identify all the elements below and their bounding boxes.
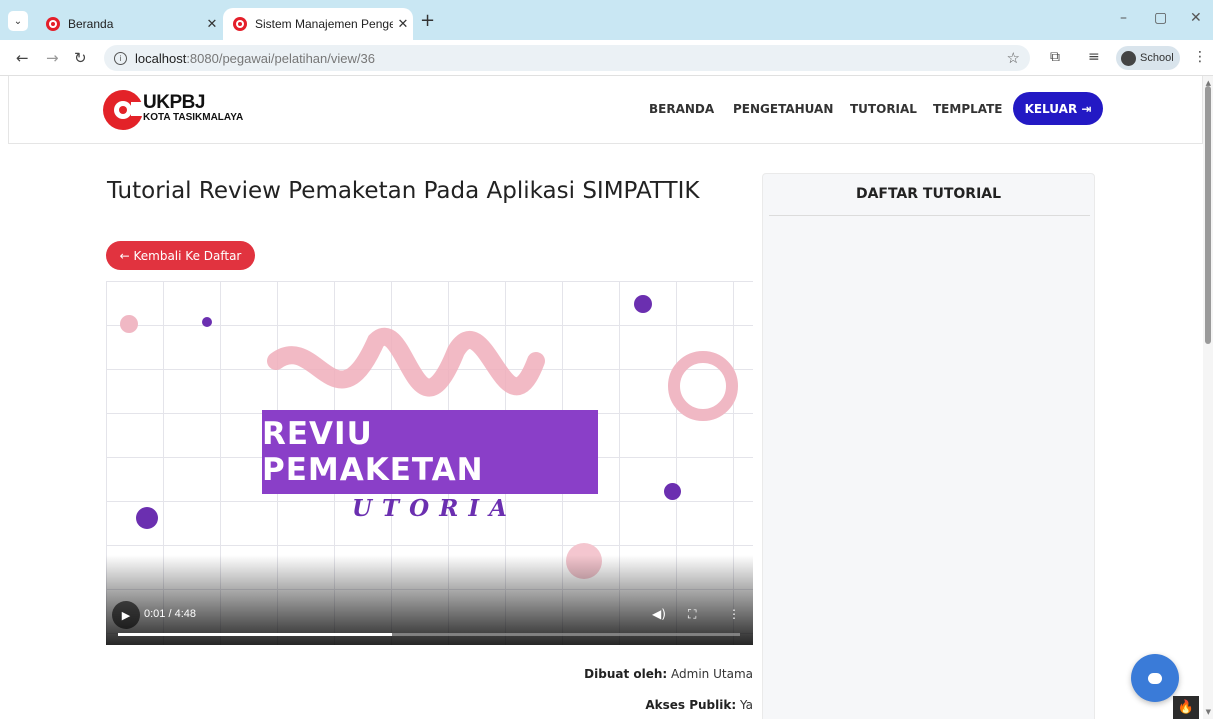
reading-list-icon[interactable]: ≡ [1088,49,1100,65]
tutorial-list-panel: DAFTAR TUTORIAL [762,173,1095,719]
back-to-list-button[interactable]: ← Kembali Ke Daftar [106,241,255,270]
browser-toolbar: ← → ↻ i localhost :8080/pegawai/pelatiha… [0,40,1213,76]
meta-public-label: Akses Publik: [645,698,737,712]
page-viewport: UKPBJ KOTA TASIKMALAYA BERANDA PENGETAHU… [0,76,1203,719]
video-player[interactable]: REVIU PEMAKETAN UTORIA ▶ 0:01 / 4:48 ◀) … [106,281,753,645]
chat-button[interactable] [1131,654,1179,702]
video-time: 0:01 / 4:48 [144,608,196,620]
logout-button[interactable]: KELUAR ⇥ [1013,92,1103,125]
nav-template[interactable]: TEMPLATE [933,102,1003,116]
nav-pengetahuan[interactable]: PENGETAHUAN [733,102,833,116]
meta-author-value: Admin Utama [671,667,753,681]
tab-title: Sistem Manajemen Pengetahua [255,17,393,31]
url-path: :8080/pegawai/pelatihan/view/36 [186,50,375,66]
nav-tutorial[interactable]: TUTORIAL [850,102,917,116]
window-close-icon[interactable]: ✕ [1190,10,1202,26]
meta-author: Dibuat oleh: Admin Utama [584,667,753,681]
decor-ring [668,351,738,421]
decor-circle [136,507,158,529]
decor-circle [634,295,652,313]
tab-sistem-manajemen[interactable]: Sistem Manajemen Pengetahua ✕ [223,8,413,40]
tab-title: Beranda [68,17,114,31]
codeigniter-toolbar-icon[interactable]: 🔥 [1173,696,1199,719]
more-menu-icon[interactable]: ⋮ [1193,49,1207,65]
logo-title: UKPBJ [143,92,205,113]
new-tab-button[interactable]: + [420,12,435,30]
volume-icon[interactable]: ◀) [652,607,666,621]
tab-beranda[interactable]: Beranda ✕ [36,8,222,40]
restore-icon[interactable]: ▢ [1154,10,1167,26]
extensions-icon[interactable]: ⧉ [1050,49,1060,65]
reload-icon[interactable]: ↻ [74,49,87,67]
site-info-icon[interactable]: i [114,51,127,65]
ukpbj-logo-icon[interactable] [103,90,145,130]
favicon-icon [46,17,60,31]
close-icon[interactable]: ✕ [393,17,413,32]
close-icon[interactable]: ✕ [202,17,222,32]
tab-search-icon[interactable]: ⌄ [8,11,28,31]
page-title: Tutorial Review Pemaketan Pada Aplikasi … [107,178,700,204]
bookmark-star-icon[interactable]: ☆ [1007,49,1020,67]
meta-public-value: Ya [739,698,753,712]
avatar [1121,50,1136,66]
url-host: localhost [135,50,187,66]
video-more-icon[interactable]: ⋮ [728,607,740,621]
video-progress-fill [118,633,392,636]
decor-circle [202,317,212,327]
nav-beranda[interactable]: BERANDA [649,102,714,116]
profile-button[interactable]: School [1116,46,1180,70]
fullscreen-icon[interactable]: ⛶ [688,607,696,622]
decor-circle [120,315,138,333]
site-header: UKPBJ KOTA TASIKMALAYA BERANDA PENGETAHU… [8,76,1203,144]
meta-public-access: Akses Publik: Ya [645,698,753,712]
minimize-icon[interactable]: – [1120,10,1127,26]
address-bar[interactable]: i localhost :8080/pegawai/pelatihan/view… [104,45,1030,71]
video-controls: ▶ 0:01 / 4:48 ◀) ⛶ ⋮ [106,593,753,645]
scroll-down-icon[interactable]: ▼ [1206,708,1211,716]
scrollbar-thumb[interactable] [1205,86,1211,344]
video-banner-subtitle: UTORIA [352,495,517,522]
chat-icon [1148,672,1162,684]
video-progress-bar[interactable] [118,633,740,636]
meta-author-label: Dibuat oleh: [584,667,668,681]
decor-circle [664,483,681,500]
back-arrow-icon[interactable]: ← [16,49,29,67]
browser-tab-strip: ⌄ Beranda ✕ Sistem Manajemen Pengetahua … [0,0,1213,40]
play-icon[interactable]: ▶ [112,601,140,629]
profile-label: School [1140,52,1174,64]
video-banner: REVIU PEMAKETAN [262,410,598,494]
divider [769,215,1090,216]
sidebar-title: DAFTAR TUTORIAL [855,186,1002,202]
forward-arrow-icon[interactable]: → [46,49,59,67]
favicon-icon [233,17,247,31]
logo-subtitle: KOTA TASIKMALAYA [143,112,244,123]
